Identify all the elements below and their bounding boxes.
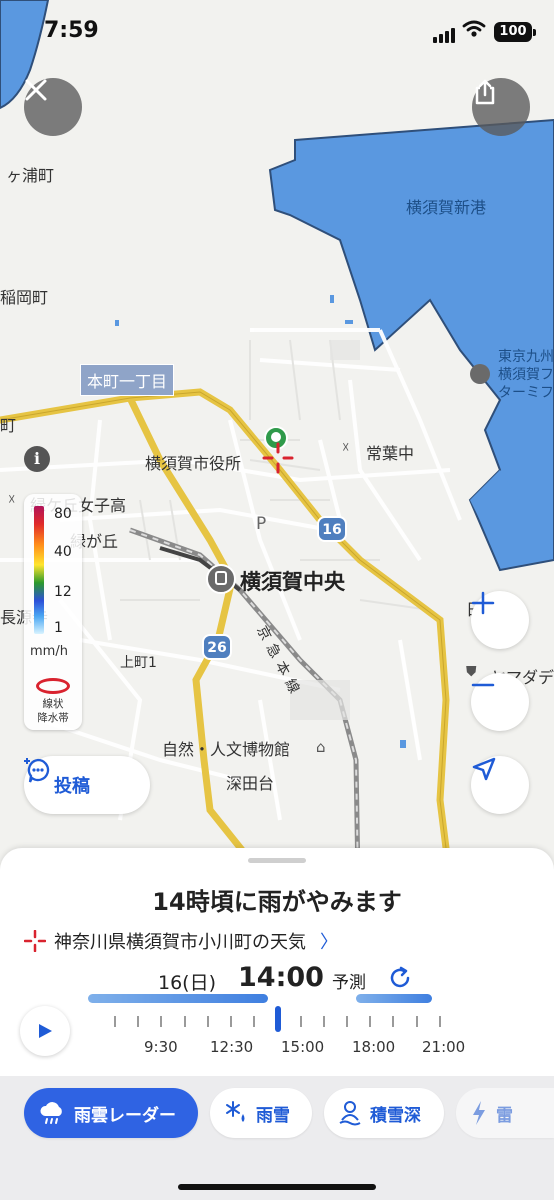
map-label: 横須賀市役所	[145, 454, 242, 473]
timeline-tick	[299, 1016, 302, 1027]
map-label: ヶ浦町	[6, 166, 55, 185]
lightning-icon	[473, 1101, 485, 1125]
minus-icon	[471, 683, 495, 687]
timeline-tick	[253, 1016, 256, 1027]
timeline-tick	[114, 1016, 116, 1027]
legend-value: 40	[54, 544, 72, 560]
target-crosshair-icon	[262, 442, 294, 474]
close-icon	[25, 79, 47, 101]
street-tag: 本町一丁目	[80, 364, 175, 396]
tab-label: 雨雪	[256, 1105, 290, 1126]
museum-icon: ⌂	[316, 738, 326, 756]
legend-value: 80	[54, 506, 72, 522]
snow-depth-icon	[339, 1101, 361, 1126]
map-view[interactable]: ヶ浦町 稲岡町 横須賀新港 東京九州 横須賀フ ターミフ 本町一丁目 町 横須賀…	[0, 0, 554, 880]
post-button[interactable]: 投稿	[24, 756, 150, 814]
navigation-arrow-icon	[472, 757, 496, 781]
timeline-tick	[438, 1016, 441, 1027]
legend-value: 1	[54, 620, 63, 636]
legend-unit: mm/h	[30, 644, 68, 659]
timeline-label: 12:30	[210, 1038, 254, 1056]
legend-band-label: 降水帯	[37, 712, 69, 724]
timeline-label: 18:00	[352, 1038, 396, 1056]
current-location-button[interactable]	[471, 756, 529, 814]
status-time: 7:59	[44, 18, 99, 43]
rain-legend: 80 40 12 1 mm/h 線状 降水帯	[24, 494, 82, 730]
map-label: 上町1	[120, 655, 157, 671]
school-icon: ☓	[342, 440, 350, 456]
play-button[interactable]	[20, 1006, 70, 1056]
tab-lightning[interactable]: 雷	[456, 1088, 554, 1138]
tab-label: 雷	[496, 1105, 513, 1126]
rain-range-bar	[356, 994, 432, 1003]
route-16-shield: 16	[317, 516, 347, 542]
map-label: 常葉中	[366, 444, 415, 463]
layer-tab-bar: 雨雲レーダー 雨雪 積雪深 雷	[0, 1076, 554, 1200]
share-button[interactable]	[472, 78, 530, 136]
rain-range-bar	[88, 994, 268, 1003]
map-label: 横須賀新港	[406, 198, 487, 217]
tab-snow-depth[interactable]: 積雪深	[324, 1088, 444, 1138]
cellular-signal-icon	[433, 24, 457, 43]
forecast-sheet: 14時頃に雨がやみます 神奈川県横須賀市小川町の天気 〉 16(日) 14:00…	[0, 848, 554, 1200]
station-label: 横須賀中央	[240, 570, 345, 594]
battery-icon: 100	[494, 22, 536, 42]
map-label: 町	[0, 416, 17, 435]
train-station-icon	[206, 564, 236, 594]
timeline-tick	[160, 1016, 163, 1027]
rain-band-icon	[36, 678, 70, 694]
timeline-tick	[230, 1016, 232, 1027]
timeline-tick	[322, 1016, 325, 1027]
legend-value: 12	[54, 584, 72, 600]
legend-band-label: 線状	[42, 698, 64, 710]
parking-icon: P	[256, 514, 267, 534]
timeline-tick	[415, 1016, 418, 1027]
map-label: 稲岡町	[0, 288, 49, 307]
route-26-shield: 26	[202, 634, 232, 660]
map-label: 東京九州	[498, 349, 554, 365]
post-bubble-icon	[24, 758, 50, 783]
school-icon: ☓	[8, 492, 16, 508]
timeline-label: 9:30	[144, 1038, 178, 1056]
timeline-tick	[137, 1016, 140, 1027]
timeline-tick	[206, 1016, 209, 1027]
plus-icon	[471, 591, 495, 615]
play-icon	[39, 1024, 52, 1038]
info-button[interactable]: i	[24, 446, 50, 472]
map-label: 横須賀フ	[498, 367, 554, 383]
tab-rain-snow[interactable]: 雨雪	[210, 1088, 312, 1138]
rain-color-scale	[34, 506, 44, 634]
snow-rain-icon	[226, 1101, 245, 1122]
timeline-tick	[346, 1016, 348, 1027]
map-label: 自然・人文博物館	[162, 740, 291, 759]
timeline-tick	[392, 1016, 395, 1027]
share-icon	[475, 79, 495, 105]
timeline-tick	[183, 1016, 186, 1027]
ferry-icon	[470, 364, 490, 384]
zoom-in-button[interactable]	[471, 591, 529, 649]
timeline-label: 15:00	[281, 1038, 325, 1056]
map-label: 深田台	[226, 774, 275, 793]
status-bar: 7:59 100	[0, 0, 554, 64]
close-button[interactable]	[24, 78, 82, 136]
tab-label: 積雪深	[370, 1105, 421, 1126]
map-label: ターミフ	[498, 385, 554, 401]
wifi-icon	[462, 20, 486, 37]
timeline-label: 21:00	[422, 1038, 466, 1056]
rain-cloud-icon	[40, 1102, 62, 1124]
post-button-label: 投稿	[54, 776, 90, 797]
tab-rain-radar[interactable]: 雨雲レーダー	[24, 1088, 198, 1138]
timeline-scrubber[interactable]	[275, 1006, 281, 1032]
tab-label: 雨雲レーダー	[74, 1105, 176, 1126]
zoom-out-button[interactable]	[471, 673, 529, 731]
timeline-tick	[369, 1016, 372, 1027]
home-indicator	[178, 1184, 376, 1190]
